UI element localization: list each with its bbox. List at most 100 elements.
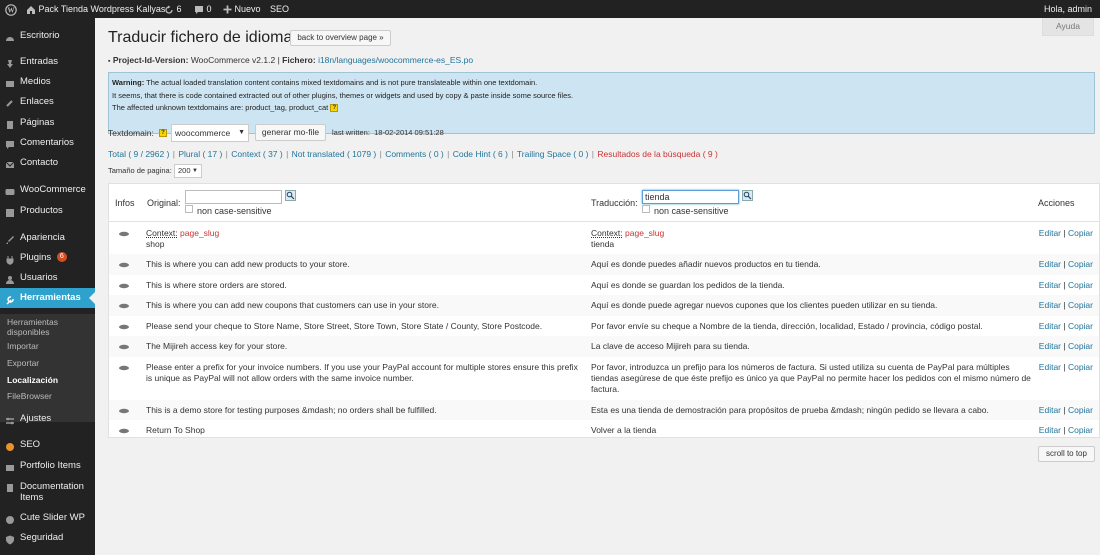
copy-link[interactable]: Copiar xyxy=(1068,300,1093,310)
project-icon: ▪ xyxy=(108,58,111,65)
filter-code-hint[interactable]: Code Hint ( 6 ) xyxy=(453,149,508,159)
original-text: This is where you can add new products t… xyxy=(146,259,350,269)
filter-search-results[interactable]: Resultados de la búsqueda ( 9 ) xyxy=(597,149,718,159)
filter-not-translated[interactable]: Not translated ( 1079 ) xyxy=(292,149,377,159)
generate-mo-file-button[interactable]: generar mo-file xyxy=(255,124,326,141)
textdomain-label: Textdomain: xyxy=(108,128,154,138)
sidebar-item-entradas[interactable]: Entradas xyxy=(0,52,95,72)
seo-icon xyxy=(5,440,15,451)
copy-link[interactable]: Copiar xyxy=(1068,341,1093,351)
copy-link[interactable]: Copiar xyxy=(1068,425,1093,435)
copy-link[interactable]: Copiar xyxy=(1068,405,1093,415)
sidebar-item-label: Herramientas xyxy=(20,292,81,303)
sidebar-item-apariencia[interactable]: Apariencia xyxy=(0,228,95,248)
translation-search-input[interactable]: tienda xyxy=(642,190,739,204)
admin-sidebar: Escritorio Entradas Medios Enlaces Págin… xyxy=(0,18,95,555)
filter-plural[interactable]: Plural ( 17 ) xyxy=(178,149,222,159)
sidebar-item-escritorio[interactable]: Escritorio xyxy=(0,26,95,46)
comments-link[interactable]: 0 xyxy=(194,0,212,18)
sidebar-item-enlaces[interactable]: Enlaces xyxy=(0,92,95,112)
seo-link[interactable]: SEO xyxy=(270,0,289,18)
copy-link[interactable]: Copiar xyxy=(1068,321,1093,331)
help-tab-button[interactable]: Ayuda xyxy=(1042,18,1094,36)
copy-link[interactable]: Copiar xyxy=(1068,280,1093,290)
select-arrow-icon: ▼ xyxy=(238,129,245,136)
textdomain-select[interactable]: woocommerce ▼ xyxy=(171,124,249,142)
edit-link[interactable]: Editar xyxy=(1039,228,1061,238)
info-icon xyxy=(118,342,130,350)
filter-total[interactable]: Total ( 9 / 2962 ) xyxy=(108,149,169,159)
copy-link[interactable]: Copiar xyxy=(1068,362,1093,372)
info-icon xyxy=(118,260,130,268)
edit-link[interactable]: Editar xyxy=(1039,341,1061,351)
submenu-item-filebrowser[interactable]: FileBrowser xyxy=(7,391,92,401)
submenu-item-importar[interactable]: Importar xyxy=(7,341,92,351)
row-actions: Editar | Copiar xyxy=(1038,228,1093,238)
plug-icon xyxy=(5,253,15,265)
sidebar-item-paginas[interactable]: Páginas xyxy=(0,113,95,133)
sidebar-item-medios[interactable]: Medios xyxy=(0,72,95,92)
original-text: Please enter a prefix for your invoice n… xyxy=(146,362,578,383)
edit-link[interactable]: Editar xyxy=(1039,280,1061,290)
original-search-input[interactable] xyxy=(185,190,282,204)
select-arrow-icon: ▼ xyxy=(192,168,198,174)
sidebar-item-label: Enlaces xyxy=(20,96,54,107)
page-size-select[interactable]: 200 ▼ xyxy=(174,164,202,178)
refresh-icon xyxy=(164,4,177,14)
new-content-link[interactable]: Nuevo xyxy=(223,0,261,18)
sidebar-item-woocommerce[interactable]: WooCommerce xyxy=(0,180,95,200)
textdomain-help-icon[interactable]: ? xyxy=(159,129,167,137)
submenu-item-exportar[interactable]: Exportar xyxy=(7,358,92,368)
sidebar-item-seo[interactable]: SEO xyxy=(0,435,95,455)
sidebar-item-plugins[interactable]: Plugins 6 xyxy=(0,248,95,268)
row-actions: Editar | Copiar xyxy=(1038,341,1093,351)
original-search-button[interactable] xyxy=(285,190,296,201)
filter-trailing-space[interactable]: Trailing Space ( 0 ) xyxy=(517,149,589,159)
page-size-value: 200 xyxy=(178,166,191,175)
submenu-item-localizacion[interactable]: Localización xyxy=(7,375,92,385)
filter-comments[interactable]: Comments ( 0 ) xyxy=(385,149,444,159)
scroll-to-top-button[interactable]: scroll to top xyxy=(1038,446,1095,462)
sidebar-item-ajustes[interactable]: Ajustes xyxy=(0,409,95,429)
user-greeting[interactable]: Hola, admin xyxy=(1044,0,1092,18)
copy-link[interactable]: Copiar xyxy=(1068,228,1093,238)
pin-icon xyxy=(5,57,15,68)
site-name-link[interactable]: Pack Tienda Wordpress Kallyas xyxy=(26,0,165,18)
edit-link[interactable]: Editar xyxy=(1039,300,1061,310)
sidebar-item-documentation-items[interactable]: Documentation Items xyxy=(0,478,95,508)
wordpress-logo-icon[interactable]: W xyxy=(5,0,17,18)
mail-icon xyxy=(5,158,15,168)
file-link[interactable]: i18n/languages/woocommerce-es_ES.po xyxy=(318,55,473,65)
sidebar-item-herramientas[interactable]: Herramientas xyxy=(0,288,95,308)
sidebar-item-portfolio-items[interactable]: Portfolio Items xyxy=(0,456,95,476)
edit-link[interactable]: Editar xyxy=(1039,425,1061,435)
sidebar-item-seguridad[interactable]: Seguridad xyxy=(0,528,95,548)
sidebar-item-label: Páginas xyxy=(20,117,55,128)
sidebar-item-label: Usuarios xyxy=(20,272,58,283)
translation-search-button[interactable] xyxy=(742,190,753,201)
translation-case-checkbox[interactable] xyxy=(642,205,650,213)
submenu-item-herramientas-disponibles[interactable]: Herramientas disponibles xyxy=(7,317,92,337)
help-question-icon[interactable]: ? xyxy=(330,104,339,113)
translation-text: La clave de acceso Mijireh para su tiend… xyxy=(591,341,750,351)
updates-link[interactable]: 6 xyxy=(164,0,182,18)
sidebar-item-label: Seguridad xyxy=(20,532,64,543)
sidebar-item-productos[interactable]: Productos xyxy=(0,201,95,221)
edit-link[interactable]: Editar xyxy=(1039,321,1061,331)
edit-link[interactable]: Editar xyxy=(1039,405,1061,415)
project-value: WooCommerce v2.1.2 xyxy=(190,55,276,65)
sidebar-item-label: Productos xyxy=(20,205,63,216)
sidebar-item-usuarios[interactable]: Usuarios xyxy=(0,268,95,288)
original-case-checkbox[interactable] xyxy=(185,205,193,213)
info-icon xyxy=(118,363,130,371)
translation-text: Esta es una tienda de demostración para … xyxy=(591,405,989,415)
back-to-overview-button[interactable]: back to overview page » xyxy=(290,30,391,46)
filter-context[interactable]: Context ( 37 ) xyxy=(231,149,283,159)
sidebar-item-cute-slider-wp[interactable]: Cute Slider WP xyxy=(0,508,95,528)
sidebar-item-contacto[interactable]: Contacto xyxy=(0,153,95,173)
sidebar-item-comentarios[interactable]: Comentarios xyxy=(0,133,95,153)
edit-link[interactable]: Editar xyxy=(1039,362,1061,372)
sidebar-item-label: Medios xyxy=(20,76,51,87)
edit-link[interactable]: Editar xyxy=(1039,259,1061,269)
copy-link[interactable]: Copiar xyxy=(1068,259,1093,269)
